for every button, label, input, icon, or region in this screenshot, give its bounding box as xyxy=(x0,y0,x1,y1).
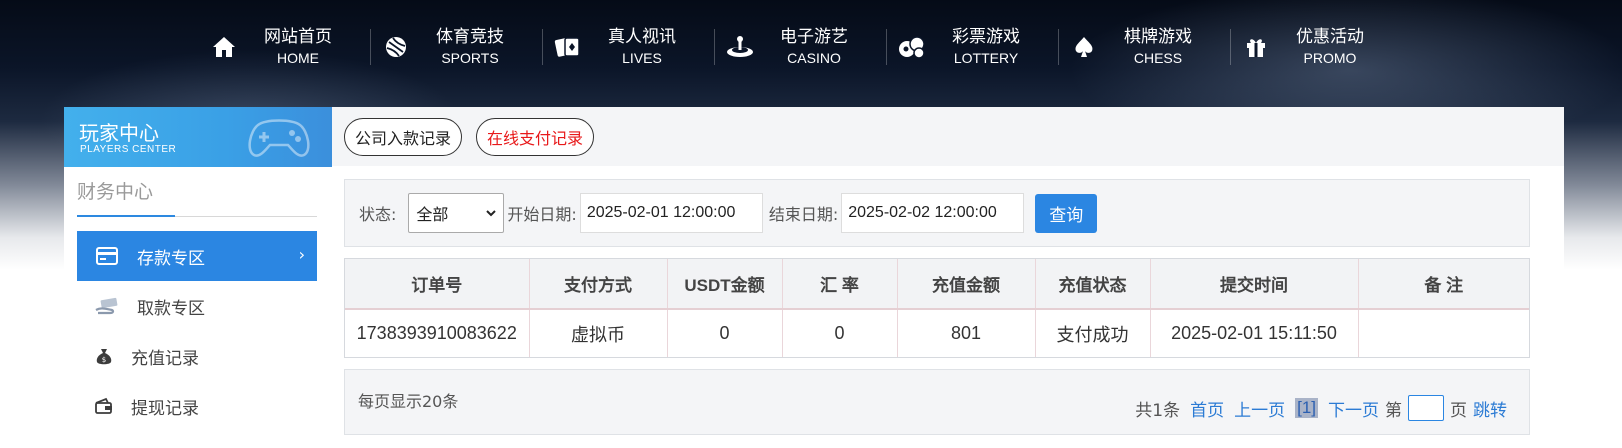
cash-icon xyxy=(77,297,137,315)
nav-lives[interactable]: 真人视讯 LIVES xyxy=(542,23,716,71)
order-number-cell: 1738393910083622 xyxy=(345,309,530,357)
filter-bar: 状态: 全部 开始日期: 2025-02-01 12:00:00 结束日期: 2… xyxy=(344,179,1530,247)
pagination-bar: 每页显示20条 共1条 首页 上一页 [1] 下一页 第 页 跳转 xyxy=(344,369,1530,435)
spade-icon xyxy=(1060,35,1108,59)
table-header-row: 订单号 支付方式 USDT金额 汇 率 充值金额 充值状态 提交时间 备 注 xyxy=(345,259,1529,310)
sidebar-menu: 存款专区 › 取款专区 $ 充值记录 提现记录 xyxy=(64,231,332,431)
nav-sports[interactable]: 体育竞技 SPORTS xyxy=(370,23,544,71)
sidebar-item-label: 充值记录 xyxy=(131,348,199,369)
sidebar-item-label: 提现记录 xyxy=(131,398,199,419)
page-number-input[interactable] xyxy=(1408,395,1444,421)
nav-sublabel: HOME xyxy=(277,50,319,66)
nav-lottery[interactable]: 彩票游戏 LOTTERY xyxy=(886,23,1060,71)
next-page-link[interactable]: 下一页 xyxy=(1328,396,1379,421)
nav-promo[interactable]: 优惠活动 PROMO xyxy=(1230,23,1404,71)
status-select-value: 全部 xyxy=(416,205,449,224)
column-header: 汇 率 xyxy=(782,259,898,310)
column-header: 充值状态 xyxy=(1035,259,1151,310)
roulette-icon xyxy=(716,35,764,59)
records-table: 订单号 支付方式 USDT金额 汇 率 充值金额 充值状态 提交时间 备 注 1… xyxy=(344,258,1530,358)
money-bag-icon: $ xyxy=(77,346,131,366)
ball-icon xyxy=(372,35,420,59)
players-center-subtitle: PLAYERS CENTER xyxy=(80,144,177,155)
record-tabs: 公司入款记录 在线支付记录 xyxy=(332,107,1564,166)
query-button[interactable]: 查询 xyxy=(1035,193,1098,233)
usdt-amount-cell: 0 xyxy=(667,309,783,357)
recharge-status-cell: 支付成功 xyxy=(1035,309,1151,357)
nav-casino[interactable]: 电子游艺 CASINO xyxy=(714,23,888,71)
nav-chess[interactable]: 棋牌游戏 CHESS xyxy=(1058,23,1232,71)
cards-icon xyxy=(544,34,592,60)
chevron-down-icon xyxy=(485,205,497,225)
column-header: 充值金额 xyxy=(897,259,1036,310)
exchange-rate-cell: 0 xyxy=(782,309,898,357)
home-icon xyxy=(200,35,248,59)
per-page-text: 每页显示20条 xyxy=(358,392,459,411)
gamepad-icon xyxy=(244,113,314,165)
gift-icon xyxy=(1232,35,1280,59)
submit-time-cell: 2025-02-01 15:11:50 xyxy=(1150,309,1359,357)
wallet-icon xyxy=(77,397,131,415)
nav-sublabel: LIVES xyxy=(622,50,662,66)
top-nav: 网站首页 HOME 体育竞技 SPORTS 真人视讯 LIVES 电子游艺 CA… xyxy=(200,22,1404,72)
players-center-title: 玩家中心 xyxy=(79,121,159,145)
payment-method-cell: 虚拟币 xyxy=(529,309,668,357)
status-label: 状态: xyxy=(359,205,397,224)
pagination: 共1条 首页 上一页 [1] 下一页 第 页 跳转 xyxy=(1135,395,1507,421)
end-date-label: 结束日期: xyxy=(768,205,839,224)
nav-label: 电子游艺 xyxy=(780,27,848,47)
column-header: 备 注 xyxy=(1358,259,1529,310)
sidebar: 玩家中心 PLAYERS CENTER 财务中心 存款专区 › 取款专区 $ 充… xyxy=(64,107,332,448)
table-row: 1738393910083622 虚拟币 0 0 801 支付成功 2025-0… xyxy=(345,309,1529,357)
first-page-link[interactable]: 首页 xyxy=(1190,396,1224,421)
start-date-label: 开始日期: xyxy=(507,205,577,224)
column-header: USDT金额 xyxy=(667,259,783,310)
nav-sublabel: CHESS xyxy=(1133,50,1183,66)
prev-page-link[interactable]: 上一页 xyxy=(1234,396,1285,421)
nav-label: 优惠活动 xyxy=(1296,27,1364,47)
column-header: 支付方式 xyxy=(529,259,668,310)
nav-label: 彩票游戏 xyxy=(952,27,1020,47)
nav-label: 体育竞技 xyxy=(436,27,504,47)
main-panel: 公司入款记录 在线支付记录 状态: 全部 开始日期: 2025-02-01 12… xyxy=(332,107,1564,448)
finance-center-title: 财务中心 xyxy=(77,179,317,217)
nav-label: 真人视讯 xyxy=(608,27,676,47)
current-page: [1] xyxy=(1295,398,1318,418)
nav-sublabel: PROMO xyxy=(1303,50,1357,66)
column-header: 订单号 xyxy=(345,259,530,310)
sidebar-item-label: 取款专区 xyxy=(137,298,205,319)
nav-home[interactable]: 网站首页 HOME xyxy=(200,23,372,71)
jump-link[interactable]: 跳转 xyxy=(1473,396,1507,421)
end-date-input[interactable]: 2025-02-02 12:00:00 xyxy=(841,193,1025,233)
sidebar-item-recharge-records[interactable]: $ 充值记录 xyxy=(77,331,317,381)
players-center-banner: 玩家中心 PLAYERS CENTER xyxy=(64,107,332,167)
chevron-right-icon: › xyxy=(298,245,305,264)
recharge-amount-cell: 801 xyxy=(897,309,1036,357)
nav-label: 网站首页 xyxy=(264,27,332,47)
nav-sublabel: SPORTS xyxy=(441,50,499,66)
card-icon xyxy=(77,247,137,265)
total-count: 共1条 xyxy=(1135,400,1181,421)
start-date-input[interactable]: 2025-02-01 12:00:00 xyxy=(579,193,763,233)
page-prefix: 第 xyxy=(1385,400,1402,421)
tab-online-payment-records[interactable]: 在线支付记录 xyxy=(476,117,595,156)
nav-sublabel: CASINO xyxy=(787,50,841,66)
svg-text:$: $ xyxy=(102,356,106,364)
nav-sublabel: LOTTERY xyxy=(953,50,1019,66)
sidebar-item-label: 存款专区 xyxy=(137,248,205,269)
status-select[interactable]: 全部 xyxy=(408,193,505,233)
column-header: 提交时间 xyxy=(1150,259,1359,310)
sidebar-item-withdraw[interactable]: 取款专区 xyxy=(77,281,317,331)
tab-company-deposit-records[interactable]: 公司入款记录 xyxy=(344,117,463,156)
lottery-balls-icon xyxy=(888,35,936,59)
sidebar-item-deposit[interactable]: 存款专区 › xyxy=(77,231,317,281)
nav-label: 棋牌游戏 xyxy=(1124,27,1192,47)
sidebar-item-withdraw-records[interactable]: 提现记录 xyxy=(77,381,317,431)
page-suffix: 页 xyxy=(1450,400,1467,421)
remark-cell xyxy=(1358,309,1529,357)
